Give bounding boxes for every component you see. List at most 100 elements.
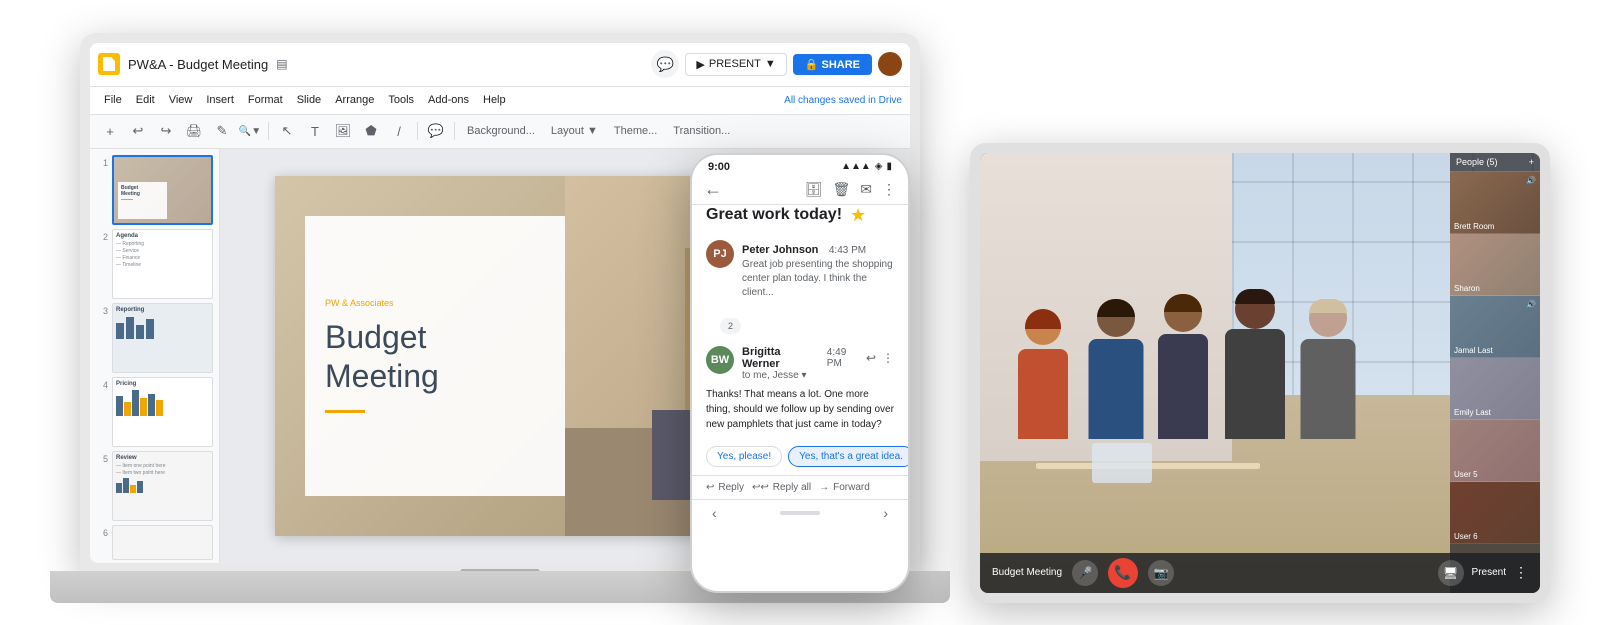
user-avatar [878, 52, 902, 76]
end-call-button[interactable]: 📞 [1108, 558, 1138, 588]
theme-button[interactable]: Theme... [608, 123, 663, 139]
battery-icon: ▮ [886, 161, 892, 172]
smart-reply-2[interactable]: Yes, that's a great idea. [788, 446, 908, 467]
slide-title-text: BudgetMeeting [325, 318, 545, 395]
menu-insert[interactable]: Insert [200, 92, 240, 108]
brigitta-info: Brigitta Werner 4:49 PM ↩ ⋮ to me, Jesse… [742, 346, 894, 381]
peter-name: Peter Johnson [742, 244, 818, 256]
more-icon-2[interactable]: ⋮ [882, 351, 894, 365]
camera-button[interactable]: 📷 [1148, 560, 1174, 586]
undo-button[interactable]: ↩ [126, 119, 150, 143]
line-tool[interactable]: / [387, 119, 411, 143]
participant-1-thumb: Brett Room 🔊 [1450, 172, 1540, 234]
menu-arrange[interactable]: Arrange [329, 92, 380, 108]
comment-button[interactable]: 💬 [651, 50, 679, 78]
menu-addons[interactable]: Add-ons [422, 92, 475, 108]
lock-icon: 🔒 [805, 59, 819, 71]
person-4 [1215, 289, 1295, 439]
titlebar: PW&A - Budget Meeting ▤ 💬 ▶ PRESENT ▼ 🔒 … [90, 43, 910, 87]
add-participant-icon[interactable]: + [1529, 157, 1534, 167]
slide-2-thumbnail[interactable]: Agenda — Reporting — Service — Finance —… [112, 229, 213, 299]
email-body: Thanks! That means a lot. One more thing… [706, 387, 894, 432]
share-label: SHARE [821, 59, 860, 71]
menu-view[interactable]: View [163, 92, 199, 108]
back-button[interactable]: ← [704, 179, 722, 200]
slide-4-thumbnail[interactable]: Pricing [112, 377, 213, 447]
mute-button[interactable]: 🎤 [1072, 560, 1098, 586]
slide-5-thumbnail[interactable]: Review — Item one point here — Item two … [112, 451, 213, 521]
toolbar-divider-1 [268, 122, 269, 140]
more-options-icon[interactable]: ⋮ [882, 181, 896, 198]
slide-5-container: 5 Review — Item one point here — Item tw… [96, 451, 213, 521]
select-tool[interactable]: ↖ [275, 119, 299, 143]
share-screen-button[interactable]: 🖥 [1438, 560, 1464, 586]
mail-icon[interactable]: ✉ [860, 181, 872, 198]
forward-button[interactable]: → Forward [819, 482, 870, 493]
shape-tool[interactable]: ⬟ [359, 119, 383, 143]
phone-time: 9:00 [708, 161, 730, 173]
meeting-label: Budget Meeting [992, 567, 1062, 578]
person-5 [1288, 299, 1368, 439]
image-tool[interactable]: 🖼 [331, 119, 355, 143]
meet-right-controls: 🖥 Present ⋮ [1438, 560, 1528, 586]
forward-nav-button[interactable]: › [883, 505, 888, 521]
share-button[interactable]: 🔒 SHARE [793, 54, 872, 75]
slide-5-number: 5 [96, 451, 108, 464]
text-tool[interactable]: T [303, 119, 327, 143]
back-nav-button[interactable]: ‹ [712, 505, 717, 521]
participant-3-thumb: Jamal Last 🔊 [1450, 296, 1540, 358]
brigitta-to: to me, Jesse ▾ [742, 370, 894, 381]
reply-all-icon: ↩↩ [752, 482, 769, 493]
slide-3-thumbnail[interactable]: Reporting [112, 303, 213, 373]
redo-button[interactable]: ↪ [154, 119, 178, 143]
star-button[interactable]: ★ [850, 205, 866, 226]
meet-more-icon[interactable]: ⋮ [1514, 564, 1528, 581]
person-3 [1148, 294, 1218, 439]
slide-6-thumbnail[interactable] [112, 525, 213, 560]
tablet-body: People (5) + Brett Room 🔊 Sharon Jamal L… [970, 143, 1550, 603]
menu-slide[interactable]: Slide [291, 92, 327, 108]
paint-format-button[interactable]: ✎ [210, 119, 234, 143]
menu-tools[interactable]: Tools [382, 92, 420, 108]
transition-button[interactable]: Transition... [667, 123, 736, 139]
menu-file[interactable]: File [98, 92, 128, 108]
background-button[interactable]: Background... [461, 123, 541, 139]
signal-icon: ▲▲▲ [841, 161, 871, 172]
print-button[interactable]: 🖨 [182, 119, 206, 143]
menu-bar: File Edit View Insert Format Slide Arran… [90, 87, 910, 115]
toolbar-divider-2 [417, 122, 418, 140]
wifi-icon: ◈ [875, 161, 883, 172]
participant-5-name: User 5 [1454, 470, 1536, 479]
add-button[interactable]: + [98, 119, 122, 143]
slide-6-container: 6 [96, 525, 213, 560]
zoom-button[interactable]: 🔍▼ [238, 119, 262, 143]
slides-icon-inner [103, 57, 115, 71]
peter-name-row: Peter Johnson 4:43 PM [742, 240, 894, 258]
tablet-device: People (5) + Brett Room 🔊 Sharon Jamal L… [970, 143, 1550, 603]
slide-6-number: 6 [96, 525, 108, 538]
layout-button[interactable]: Layout ▼ [545, 123, 604, 139]
peter-time: 4:43 PM [829, 245, 866, 256]
archive-icon[interactable]: 🗄 [805, 181, 823, 198]
tablet-screen: People (5) + Brett Room 🔊 Sharon Jamal L… [980, 153, 1540, 593]
reply-icon-2[interactable]: ↩ [866, 351, 876, 365]
person-1 [1008, 309, 1078, 439]
present-button[interactable]: ▶ PRESENT ▼ [685, 53, 786, 76]
smart-reply-1[interactable]: Yes, please! [706, 446, 782, 467]
email-message-2: BW Brigitta Werner 4:49 PM ↩ ⋮ to me, Je… [692, 340, 908, 438]
slide-3-number: 3 [96, 303, 108, 316]
message-count-badge: 2 [720, 318, 741, 334]
menu-help[interactable]: Help [477, 92, 512, 108]
slide-1-number: 1 [96, 155, 108, 168]
slide-1-thumbnail[interactable]: BudgetMeeting [112, 155, 213, 225]
home-indicator[interactable] [780, 511, 820, 515]
brigitta-time: 4:49 PM [827, 347, 862, 369]
reply-button[interactable]: ↩ Reply [706, 482, 744, 493]
reply-all-button[interactable]: ↩↩ Reply all [752, 482, 811, 493]
delete-icon[interactable]: 🗑 [832, 181, 850, 198]
menu-format[interactable]: Format [242, 92, 289, 108]
comment-tool[interactable]: 💬 [424, 119, 448, 143]
slide-accent-line [325, 410, 365, 413]
menu-edit[interactable]: Edit [130, 92, 161, 108]
participants-panel: People (5) + Brett Room 🔊 Sharon Jamal L… [1450, 153, 1540, 593]
